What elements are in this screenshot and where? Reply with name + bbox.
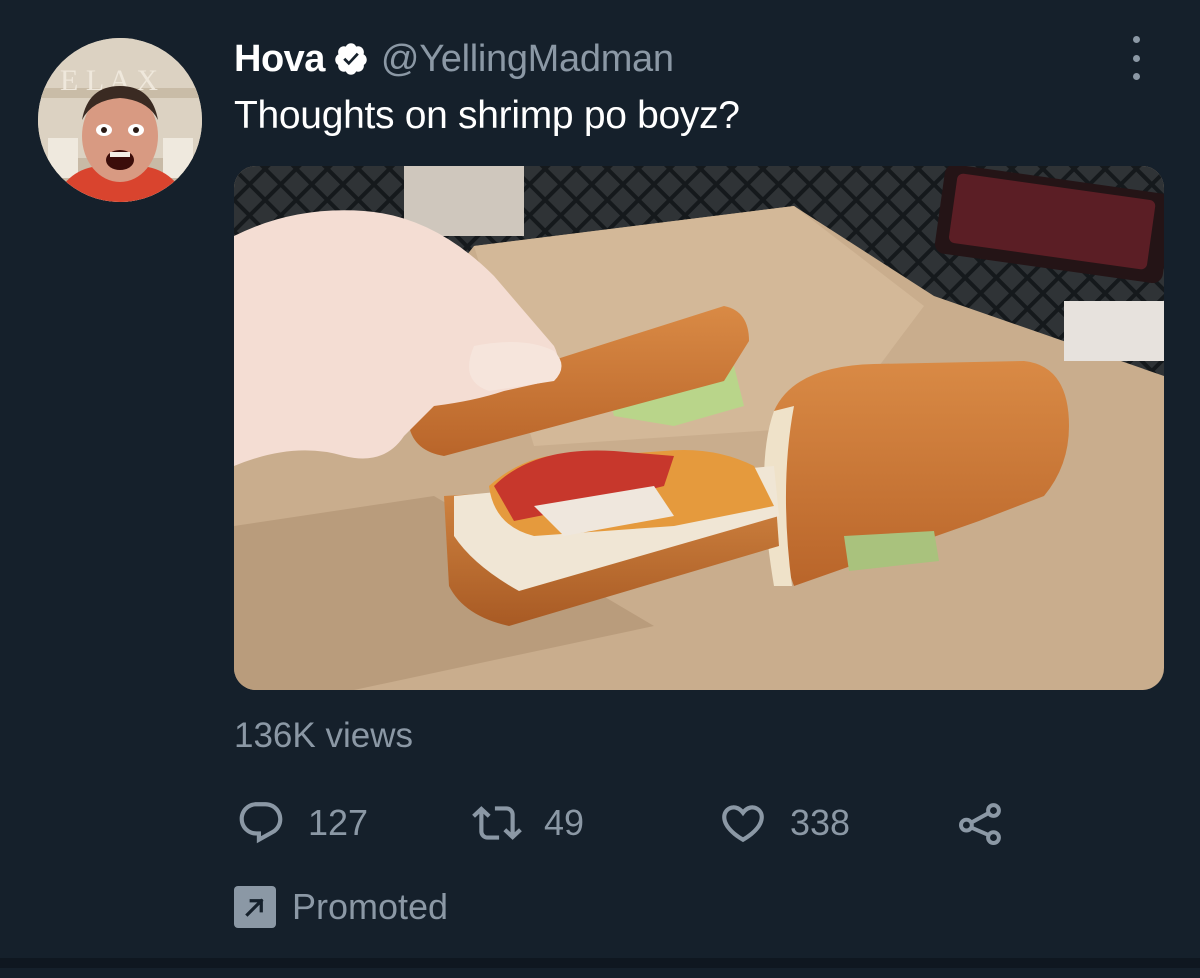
avatar[interactable]: E L A X — [38, 38, 202, 202]
reply-count: 127 — [308, 802, 369, 843]
promoted-arrow-icon — [234, 886, 276, 928]
handle[interactable]: @YellingMadman — [381, 38, 674, 81]
tweet-header: Hova @YellingMadman — [234, 34, 674, 84]
verified-badge-icon — [333, 41, 369, 77]
display-name[interactable]: Hova — [234, 38, 325, 81]
divider — [0, 958, 1200, 968]
more-vertical-icon[interactable] — [1124, 36, 1148, 80]
reply-button[interactable]: 127 — [236, 798, 368, 848]
share-button[interactable] — [956, 798, 1006, 848]
share-icon — [959, 803, 1001, 845]
tweet-text: Thoughts on shrimp po boyz? — [234, 94, 740, 137]
retweet-count: 49 — [544, 802, 585, 843]
retweet-button[interactable]: 49 — [472, 798, 584, 848]
promoted-label: Promoted — [292, 886, 449, 927]
like-count: 338 — [790, 802, 851, 843]
tweet-media-image[interactable] — [234, 166, 1164, 690]
view-count: 136K views — [234, 716, 413, 755]
reply-icon — [239, 802, 283, 844]
tweet[interactable]: E L A X Hova @YellingMadman Thoughts on … — [0, 0, 1200, 968]
retweet-icon — [472, 806, 522, 840]
promoted-indicator[interactable]: Promoted — [234, 886, 448, 928]
like-button[interactable]: 338 — [718, 798, 850, 848]
heart-icon — [722, 805, 764, 843]
tweet-actions: 127 49 338 — [236, 798, 1036, 848]
